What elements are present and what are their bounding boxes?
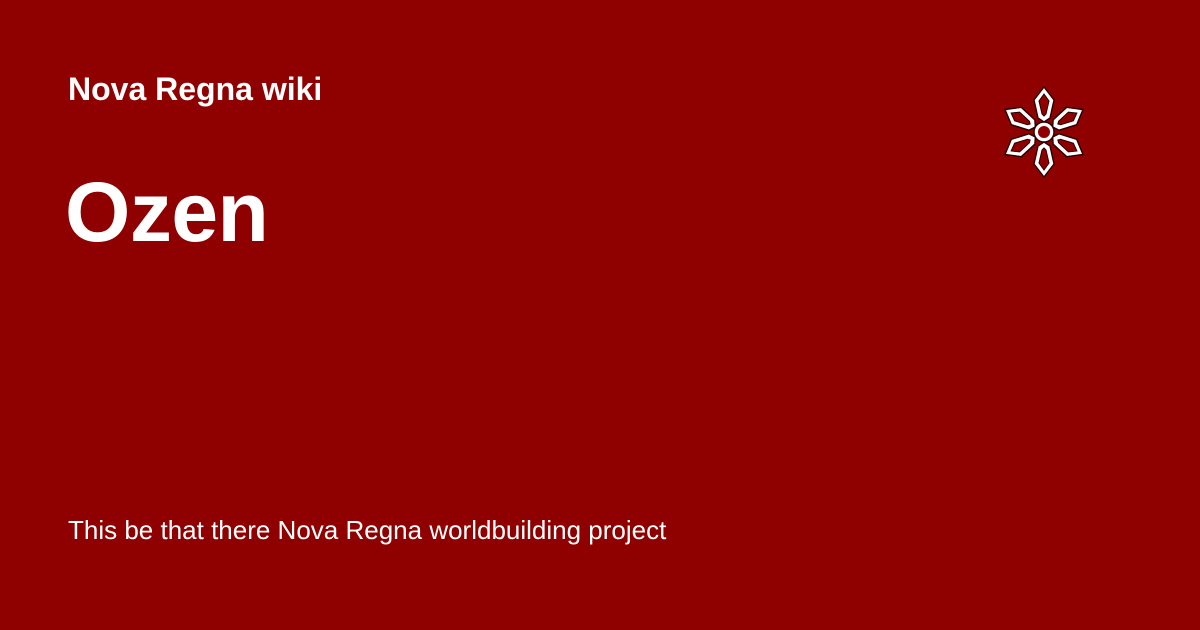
site-description: This be that there Nova Regna worldbuild… [68, 515, 667, 545]
page-title: Ozen [65, 165, 269, 259]
social-preview-card: Nova Regna wiki Ozen This be that there … [0, 0, 1200, 630]
site-name: Nova Regna wiki [68, 71, 323, 107]
emblem-icon [1000, 84, 1088, 180]
